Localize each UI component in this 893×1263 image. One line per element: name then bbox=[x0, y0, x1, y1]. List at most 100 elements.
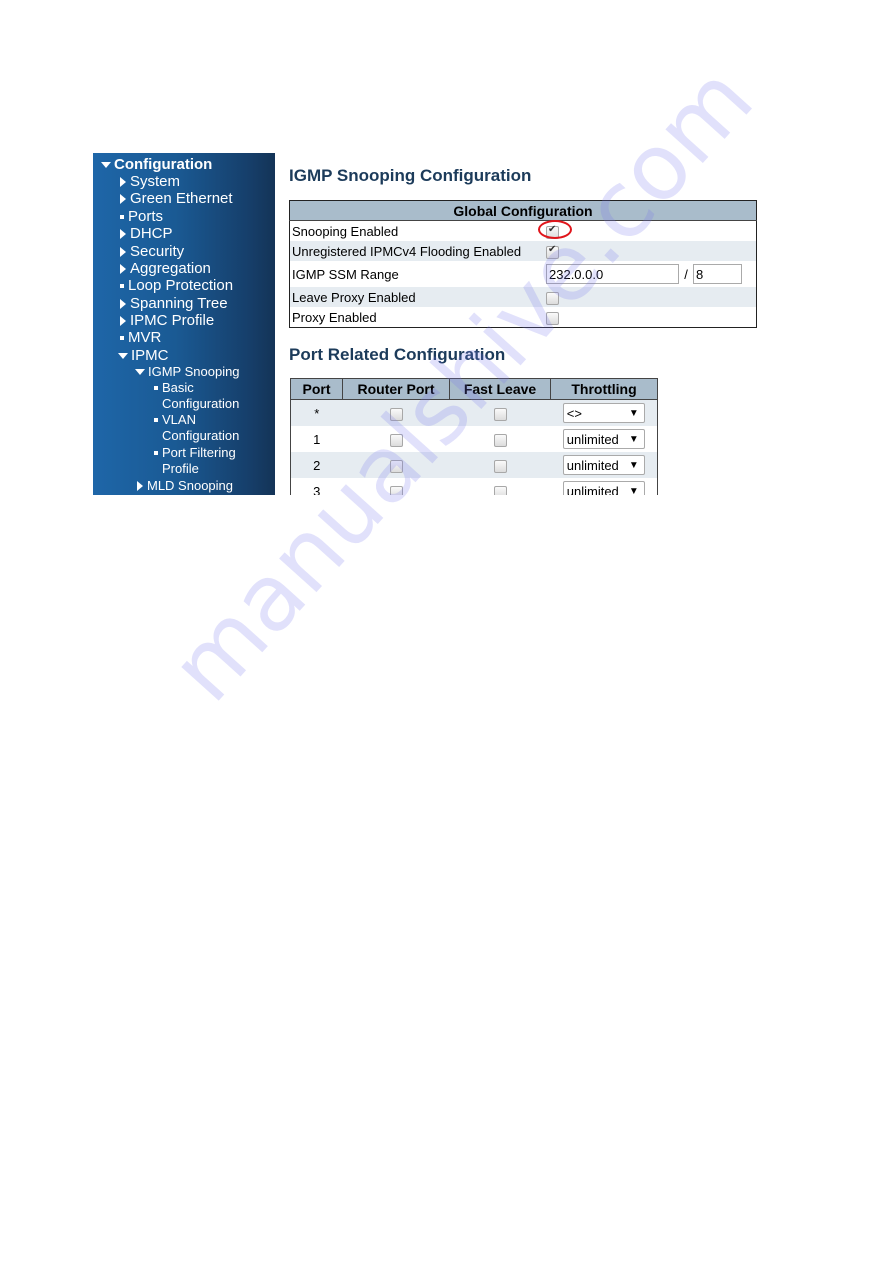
sidebar-nav: Configuration System Green Ethernet Port… bbox=[93, 153, 275, 495]
sidebar-item-mld-snooping[interactable]: MLD Snooping bbox=[136, 478, 233, 494]
sidebar-item-label: Loop Protection bbox=[128, 277, 234, 294]
leave-proxy-enabled-checkbox[interactable] bbox=[546, 291, 559, 305]
column-header-throttling: Throttling bbox=[550, 378, 658, 400]
port-cell: 1 bbox=[290, 426, 343, 452]
sidebar-item-label: Configuration bbox=[114, 156, 213, 173]
dropdown-arrow-icon: ▼ bbox=[628, 434, 639, 445]
router-port-checkbox[interactable] bbox=[389, 485, 403, 495]
ssm-range-separator: / bbox=[684, 266, 688, 282]
caret-right-icon bbox=[120, 177, 126, 187]
proxy-enabled-checkbox[interactable] bbox=[546, 311, 559, 325]
ssm-range-address-input[interactable]: 232.0.0.0 bbox=[546, 264, 679, 284]
row-label: Leave Proxy Enabled bbox=[289, 287, 546, 307]
fast-leave-checkbox[interactable] bbox=[493, 459, 507, 473]
table-row: Unregistered IPMCv4 Flooding Enabled bbox=[289, 241, 757, 261]
column-header-router-port: Router Port bbox=[342, 378, 450, 400]
port-cell: 3 bbox=[290, 478, 343, 495]
port-cell: * bbox=[290, 399, 343, 426]
sidebar-item-label: MVR bbox=[128, 329, 162, 346]
throttling-select[interactable]: unlimited ▼ bbox=[562, 429, 645, 449]
sidebar-item-label: DHCP bbox=[130, 225, 173, 242]
ssm-range-mask-input[interactable]: 8 bbox=[693, 264, 742, 284]
fast-leave-checkbox[interactable] bbox=[493, 407, 507, 421]
table-row: 1 unlimited ▼ bbox=[290, 426, 658, 452]
throttling-value: unlimited bbox=[566, 458, 619, 473]
table-row: 2 unlimited ▼ bbox=[290, 452, 658, 478]
sidebar-item-label-line1: Basic bbox=[162, 380, 194, 395]
throttling-select[interactable]: unlimited ▼ bbox=[562, 481, 645, 495]
throttling-value: <> bbox=[566, 406, 582, 421]
sidebar-item-aggregation[interactable]: Aggregation bbox=[119, 260, 211, 277]
port-table-viewport: Port Router Port Fast Leave Throttling *… bbox=[285, 370, 665, 495]
throttling-value: unlimited bbox=[566, 484, 619, 495]
port-configuration-table: Port Router Port Fast Leave Throttling *… bbox=[290, 378, 658, 495]
router-port-checkbox[interactable] bbox=[389, 459, 403, 473]
caret-right-icon bbox=[120, 247, 126, 257]
table-row: * <> ▼ bbox=[290, 399, 658, 426]
sidebar-item-spanning-tree[interactable]: Spanning Tree bbox=[119, 295, 228, 312]
dropdown-arrow-icon: ▼ bbox=[628, 486, 639, 495]
bullet-icon bbox=[154, 451, 158, 455]
bullet-icon bbox=[120, 336, 124, 340]
bullet-icon bbox=[154, 418, 158, 422]
sidebar-item-label: IPMC Profile bbox=[130, 312, 215, 329]
sidebar-item-label: IPMC bbox=[131, 347, 169, 364]
sidebar-item-label-line2: Configuration bbox=[162, 428, 240, 443]
table-row: Snooping Enabled bbox=[289, 220, 757, 241]
sidebar-item-label: Security bbox=[130, 243, 185, 260]
sidebar-item-label: Spanning Tree bbox=[130, 295, 228, 312]
sidebar-item-green-ethernet[interactable]: Green Ethernet bbox=[119, 190, 233, 207]
row-label: Proxy Enabled bbox=[289, 307, 546, 328]
sidebar-item-label: Ports bbox=[128, 208, 164, 225]
sidebar-item-label-line1: Port Filtering bbox=[162, 445, 236, 460]
fast-leave-checkbox[interactable] bbox=[493, 485, 507, 495]
fast-leave-checkbox[interactable] bbox=[493, 433, 507, 447]
bullet-icon bbox=[120, 284, 124, 288]
sidebar-item-igmp-snooping[interactable]: IGMP Snooping bbox=[135, 364, 240, 380]
router-port-checkbox[interactable] bbox=[389, 407, 403, 421]
table-row: Leave Proxy Enabled bbox=[289, 287, 757, 307]
caret-right-icon bbox=[120, 264, 126, 274]
caret-right-icon bbox=[120, 299, 126, 309]
caret-right-icon bbox=[120, 194, 126, 204]
row-label: IGMP SSM Range bbox=[289, 261, 546, 287]
port-cell: 2 bbox=[290, 452, 343, 478]
caret-right-icon bbox=[120, 229, 126, 239]
sidebar-item-port-filtering-profile[interactable]: Port Filtering Profile bbox=[153, 445, 236, 477]
sidebar-item-configuration[interactable]: Configuration bbox=[101, 156, 212, 173]
router-port-checkbox[interactable] bbox=[389, 433, 403, 447]
table-row: Proxy Enabled bbox=[289, 307, 757, 328]
sidebar-item-label: IGMP Snooping bbox=[148, 364, 240, 379]
sidebar-item-ipmc[interactable]: IPMC bbox=[118, 347, 169, 364]
sidebar-item-label-line2: Configuration bbox=[162, 396, 240, 411]
caret-right-icon bbox=[137, 481, 143, 491]
sidebar-item-system[interactable]: System bbox=[119, 173, 180, 190]
sidebar-item-vlan-configuration[interactable]: VLAN Configuration bbox=[153, 412, 239, 444]
page-title: IGMP Snooping Configuration bbox=[289, 166, 532, 185]
sidebar-item-label-line1: VLAN bbox=[162, 412, 196, 427]
sidebar-item-basic-configuration[interactable]: Basic Configuration bbox=[153, 380, 239, 412]
sidebar-item-security[interactable]: Security bbox=[119, 243, 184, 260]
port-section-title: Port Related Configuration bbox=[289, 345, 506, 364]
caret-right-icon bbox=[120, 316, 126, 326]
sidebar-item-ports[interactable]: Ports bbox=[119, 208, 163, 225]
throttling-select[interactable]: unlimited ▼ bbox=[562, 455, 645, 475]
dropdown-arrow-icon: ▼ bbox=[628, 460, 639, 471]
caret-down-icon bbox=[135, 369, 145, 375]
throttling-value: unlimited bbox=[566, 432, 619, 447]
sidebar-item-label: Aggregation bbox=[130, 260, 211, 277]
row-label: Snooping Enabled bbox=[289, 220, 546, 241]
sidebar-item-label: System bbox=[130, 173, 181, 190]
sidebar-item-label: MLD Snooping bbox=[147, 478, 233, 493]
unregistered-flooding-checkbox[interactable] bbox=[546, 244, 559, 259]
sidebar-item-ipmc-profile[interactable]: IPMC Profile bbox=[119, 312, 214, 329]
global-configuration-table: Global Configuration Snooping Enabled Un… bbox=[289, 200, 757, 328]
row-label: Unregistered IPMCv4 Flooding Enabled bbox=[289, 241, 546, 261]
sidebar-item-mvr[interactable]: MVR bbox=[119, 329, 161, 346]
caret-down-icon bbox=[118, 353, 128, 359]
throttling-select[interactable]: <> ▼ bbox=[562, 403, 645, 423]
table-row: IGMP SSM Range 232.0.0.0 / 8 bbox=[289, 261, 757, 287]
bullet-icon bbox=[120, 215, 124, 219]
sidebar-item-dhcp[interactable]: DHCP bbox=[119, 225, 173, 242]
sidebar-item-loop-protection[interactable]: Loop Protection bbox=[119, 277, 233, 294]
